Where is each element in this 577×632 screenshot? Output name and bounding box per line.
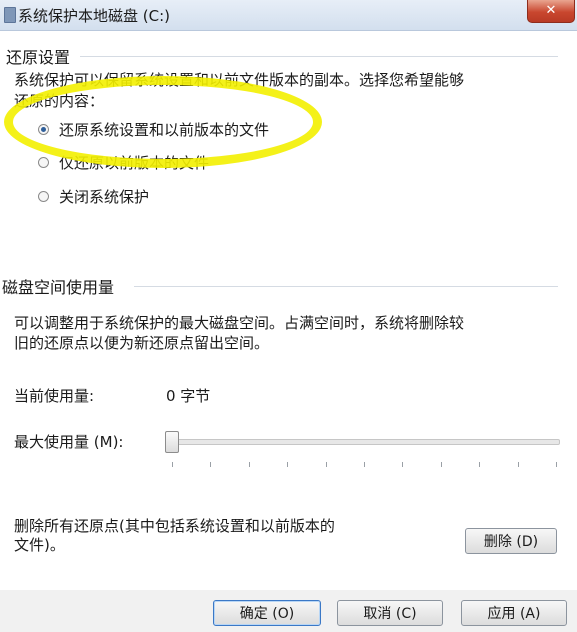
yellow-annotation-circle — [4, 76, 322, 168]
window-icon — [4, 7, 16, 23]
slider-tick — [517, 462, 519, 467]
radio-unchecked-icon[interactable] — [38, 156, 49, 168]
slider-tick — [556, 462, 557, 467]
current-usage-value: 0 字节 — [166, 387, 211, 405]
delete-text-line1: 删除所有还原点(其中包括系统设置和以前版本的 — [14, 517, 335, 535]
ok-button[interactable]: 确定 (O) — [213, 600, 321, 626]
title-bar: 系统保护本地磁盘 (C:) ✕ — [0, 0, 577, 31]
disk-description-line1: 可以调整用于系统保护的最大磁盘空间。占满空间时，系统将删除较 — [14, 314, 465, 332]
apply-button[interactable]: 应用 (A) — [461, 600, 567, 626]
slider-tick — [364, 462, 365, 467]
delete-text-line2: 文件)。 — [14, 536, 65, 554]
slider-tick — [402, 462, 404, 467]
current-usage-label: 当前使用量: — [14, 387, 95, 405]
restore-group-divider — [80, 56, 558, 57]
slider-tick — [479, 462, 481, 467]
cancel-button[interactable]: 取消 (C) — [337, 600, 443, 626]
radio-label: 关闭系统保护 — [59, 187, 150, 206]
slider-tick — [248, 462, 250, 467]
max-usage-slider-track[interactable] — [170, 439, 560, 445]
slider-tick — [210, 462, 212, 467]
close-button[interactable]: ✕ — [527, 0, 575, 23]
delete-button[interactable]: 删除 (D) — [465, 528, 557, 554]
window-title: 系统保护本地磁盘 (C:) — [18, 7, 171, 25]
slider-tick — [440, 462, 442, 467]
disk-group-divider — [134, 286, 558, 287]
slider-tick — [287, 462, 289, 467]
radio-turn-off-protection[interactable]: 关闭系统保护 — [38, 185, 149, 207]
slider-tick — [325, 462, 327, 467]
restore-group-title: 还原设置 — [6, 48, 71, 67]
max-usage-label: 最大使用量 (M): — [14, 433, 124, 451]
disk-group-title: 磁盘空间使用量 — [2, 278, 115, 297]
disk-description-line2: 旧的还原点以便为新还原点留出空间。 — [14, 334, 270, 352]
max-usage-slider-thumb[interactable] — [165, 431, 179, 453]
radio-unchecked-icon[interactable] — [38, 190, 49, 202]
slider-tick — [172, 462, 173, 467]
